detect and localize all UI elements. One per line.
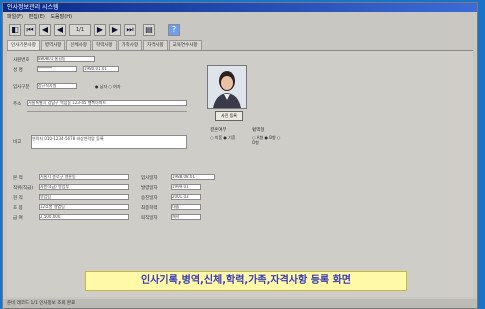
memo-label: 비고: [13, 140, 22, 145]
emp-no-field[interactable]: 880801 홍길동: [37, 56, 95, 62]
birth-field[interactable]: 1980.01.01: [83, 66, 119, 72]
dept-label: 입사구분: [13, 85, 30, 90]
next-record-button[interactable]: ▶: [109, 24, 121, 36]
row-label: 발령일자: [141, 186, 158, 191]
tab-physical[interactable]: 신체사항: [66, 40, 91, 50]
name-label: 성 명: [13, 68, 23, 73]
row-field[interactable]: 1988.08.01: [171, 174, 215, 180]
caption-banner: 인사기록,병역,신체,학력,가족,자격사항 등록 화면: [85, 271, 407, 291]
row-label: 직위(직급): [13, 186, 34, 191]
marital-label: 결혼여부: [210, 128, 227, 133]
tab-education[interactable]: 학력사항: [91, 40, 117, 50]
row-field[interactable]: 서울시 종로구 명륜동: [39, 174, 129, 180]
prev-record-button[interactable]: ◀: [39, 24, 51, 36]
row-field[interactable]: 대졸: [171, 204, 201, 210]
status-bar: 준비 레코드 1/1 인사정보 조회 완료: [3, 299, 477, 308]
row-label: 호 봉: [13, 206, 23, 211]
blood-label: 혈액형: [252, 128, 265, 133]
row-label: 급 여: [13, 216, 23, 221]
next-page-button[interactable]: ▶: [94, 24, 106, 36]
print-button[interactable]: ▤: [143, 24, 155, 36]
gender-radio[interactable]: ● 남자 ○ 여자: [95, 84, 121, 90]
last-record-button[interactable]: ⏭: [124, 24, 136, 36]
row-field[interactable]: 12호봉 영업팀: [39, 204, 129, 210]
address-label: 주소: [13, 102, 22, 107]
name-field[interactable]: *******: [37, 66, 77, 72]
menu-bar: 파일(F) 편집(E) 도움말(H): [3, 13, 477, 21]
divider: [27, 111, 187, 112]
help-button[interactable]: ?: [168, 24, 180, 36]
row-label: 퇴직일자: [141, 216, 158, 221]
tab-training[interactable]: 교육연수사항: [168, 40, 202, 50]
menu-file[interactable]: 파일(F): [7, 13, 23, 21]
page-edge: [478, 0, 485, 309]
toolbar: ◧ ⏮ ◀ ◀ 1/1 ▶ ▶ ⏭ ▤ ?: [9, 23, 180, 37]
first-record-button[interactable]: ⏮: [24, 24, 36, 36]
row-label: 본 적: [13, 176, 23, 181]
row-field[interactable]: 1999.01: [171, 184, 201, 190]
dept-field[interactable]: 정규직사원: [37, 83, 77, 89]
row-field[interactable]: 사원(4급) 영업부: [39, 184, 129, 190]
tab-license[interactable]: 자격사항: [143, 40, 168, 50]
row-label: 현 직: [13, 196, 23, 201]
title-bar: 인사정보관리 시스템: [3, 3, 477, 12]
tab-strip: 인사기본사항 병역사항 신체사항 학력사항 가족사항 자격사항 교육연수사항: [7, 40, 473, 51]
row-field[interactable]: 2001.03: [171, 194, 201, 200]
app-window: 인사정보관리 시스템 파일(F) 편집(E) 도움말(H) ◧ ⏮ ◀ ◀ 1/…: [2, 2, 478, 309]
prev-page-button[interactable]: ◀: [54, 24, 66, 36]
form-panel: 사원번호 880801 홍길동 성 명 ******* 1980.01.01 입…: [7, 51, 473, 297]
tab-basic-info[interactable]: 인사기본사항: [7, 40, 40, 50]
row-label: 입사일자: [141, 176, 158, 181]
menu-help[interactable]: 도움말(H): [50, 13, 71, 21]
row-field[interactable]: 영업팀: [39, 194, 129, 200]
row-field[interactable]: 재직: [171, 214, 201, 220]
row-label: 최종학력: [141, 206, 158, 211]
memo-textarea[interactable]: 연락처 010-1234-5678 비상연락망 등록: [31, 135, 187, 149]
menu-edit[interactable]: 편집(E): [29, 13, 45, 21]
emp-no-label: 사원번호: [13, 58, 30, 63]
record-indicator: 1/1: [69, 24, 91, 36]
address-field[interactable]: 서울특별시 강남구 역삼동 123-45 행복아파트: [27, 100, 187, 106]
photo-register-button[interactable]: 사진 등록: [215, 111, 243, 121]
row-field[interactable]: 2,500,000: [39, 214, 129, 220]
blood-radio[interactable]: ○ A형 ● B형 ○ O형: [252, 135, 282, 145]
marital-radio[interactable]: ○ 미혼 ● 기혼: [210, 135, 236, 141]
save-button[interactable]: ◧: [9, 24, 21, 36]
tab-military[interactable]: 병역사항: [40, 40, 66, 50]
row-label: 승진일자: [141, 196, 158, 201]
employee-photo: [207, 65, 247, 109]
tab-family[interactable]: 가족사항: [117, 40, 143, 50]
